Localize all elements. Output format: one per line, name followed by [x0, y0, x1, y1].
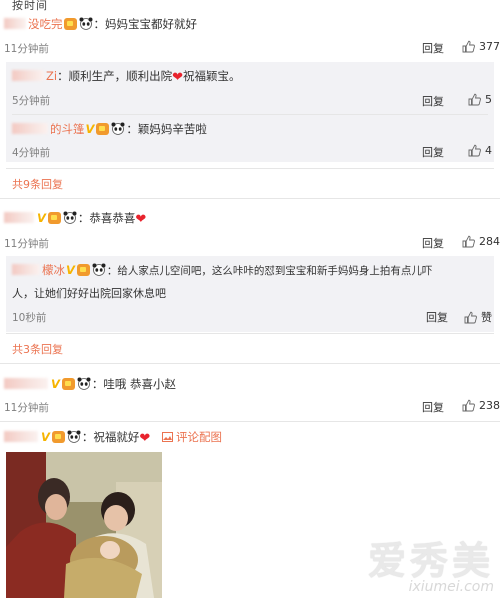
comment-time: 11分钟前 — [4, 402, 49, 414]
like-count: 赞 — [481, 311, 492, 324]
sub-reply-1: Zi：顺利生产，顺利出院❤祝福颖宝。 — [12, 68, 240, 86]
thumbs-up-icon — [464, 311, 477, 324]
panda-emoji-icon — [77, 377, 91, 390]
comment-text: ：哇哦 恭喜小赵 — [91, 377, 177, 391]
panda-emoji-icon — [111, 122, 125, 135]
like-count: 238 — [479, 399, 500, 412]
like-button[interactable]: 4 — [468, 144, 492, 157]
divider — [12, 114, 488, 115]
image-icon — [161, 432, 173, 442]
panda-emoji-icon — [67, 430, 81, 443]
username[interactable]: 的斗篷 — [50, 122, 85, 136]
verified-v-icon: V — [66, 263, 75, 277]
username[interactable]: Zi — [46, 69, 57, 83]
verified-v-icon: V — [37, 211, 46, 225]
reply-button[interactable]: 回复 — [422, 144, 444, 160]
panda-emoji-icon — [79, 17, 92, 30]
sub-reply-2: 的斗篷V ：颖妈妈辛苦啦 — [12, 121, 207, 137]
like-count: 377 — [479, 40, 500, 53]
more-replies-link[interactable]: 共9条回复 — [12, 176, 63, 192]
heart-emoji-icon: ❤ — [135, 212, 147, 227]
watermark-logo: 爱秀美 — [367, 539, 494, 583]
crown-badge-icon — [96, 123, 110, 135]
heart-emoji-icon: ❤ — [172, 70, 183, 85]
panda-emoji-icon — [63, 211, 77, 224]
thumbs-up-icon — [462, 399, 475, 412]
comment-text: ：给人家点儿空间吧，这么咔咔的怼到宝宝和新手妈妈身上拍有点儿吓 — [106, 265, 433, 277]
comment-text: 妈妈宝宝都好就好 — [105, 17, 197, 31]
blurred-username — [12, 70, 44, 81]
reply-button[interactable]: 回复 — [422, 40, 444, 56]
sub-reply-3: 檬冰V ：给人家点儿空间吧，这么咔咔的怼到宝宝和新手妈妈身上拍有点儿吓 — [12, 262, 432, 279]
like-button[interactable]: 238 — [462, 399, 500, 412]
like-count: 4 — [485, 144, 492, 157]
username[interactable]: 檬冰 — [42, 263, 65, 277]
comment-1: 没吃完 ：妈妈宝宝都好就好 — [4, 16, 197, 32]
divider — [0, 421, 500, 422]
verified-v-icon: V — [85, 122, 95, 136]
heart-emoji-icon: ❤ — [139, 431, 151, 446]
top-cut-text: 按时间 — [12, 0, 48, 12]
comment-text: ：颖妈妈辛苦啦 — [126, 122, 207, 136]
reply-button[interactable]: 回复 — [422, 93, 444, 109]
reply-button[interactable]: 回复 — [422, 399, 444, 415]
like-button[interactable]: 284 — [462, 235, 500, 248]
sub-reply-time: 10秒前 — [12, 312, 47, 324]
thumbs-up-icon — [468, 144, 481, 157]
comment-image-link[interactable]: 评论配图 — [161, 430, 222, 444]
thumbs-up-icon — [462, 235, 475, 248]
comment-4: V ：祝福就好❤ 评论配图 — [4, 429, 222, 447]
divider — [6, 333, 494, 334]
thumbs-up-icon — [468, 93, 481, 106]
comment-time: 11分钟前 — [4, 238, 49, 250]
reply-button[interactable]: 回复 — [426, 309, 448, 325]
crown-badge-icon — [47, 212, 61, 224]
thumbs-up-icon — [462, 40, 475, 53]
crown-badge-icon — [76, 264, 90, 276]
comment-2: V ：恭喜恭喜❤ — [4, 210, 146, 228]
blurred-username — [4, 378, 48, 389]
like-count: 284 — [479, 235, 500, 248]
comment-text: ：祝福就好 — [81, 430, 140, 444]
like-count: 5 — [485, 93, 492, 106]
blurred-username — [4, 212, 34, 223]
verified-v-icon: V — [41, 430, 50, 444]
sub-reply-time: 4分钟前 — [12, 147, 51, 159]
comment-text-cont: 祝福颖宝。 — [182, 69, 241, 83]
site-watermark: 爱秀美 ixiumei.com — [368, 530, 494, 595]
like-button[interactable]: 377 — [462, 40, 500, 53]
like-button[interactable]: 5 — [468, 93, 492, 106]
comment-text: ：恭喜恭喜 — [77, 211, 136, 225]
like-button[interactable]: 赞 — [464, 309, 492, 325]
divider — [0, 198, 500, 199]
verified-v-icon: V — [51, 377, 60, 391]
blurred-username — [4, 18, 26, 29]
crown-badge-icon — [51, 431, 65, 443]
panda-emoji-icon — [92, 263, 106, 276]
crown-badge-icon — [61, 378, 75, 390]
divider — [6, 168, 494, 169]
blurred-username — [4, 431, 38, 442]
crown-badge-icon — [63, 18, 77, 30]
comment-text-line2: 人，让她们好好出院回家休息吧 — [12, 287, 166, 300]
comment-text: ：顺利生产，顺利出院 — [57, 69, 173, 83]
reply-button[interactable]: 回复 — [422, 235, 444, 251]
more-replies-link[interactable]: 共3条回复 — [12, 341, 63, 357]
blurred-username — [12, 123, 48, 134]
comment-time: 11分钟前 — [4, 43, 49, 55]
comment-3: V ：哇哦 恭喜小赵 — [4, 376, 176, 392]
username[interactable]: 没吃完 — [28, 17, 63, 31]
blurred-username — [12, 264, 40, 275]
divider — [0, 363, 500, 364]
sub-reply-time: 5分钟前 — [12, 95, 51, 107]
newborn-photo-image — [6, 452, 162, 598]
comment-photo[interactable] — [6, 452, 162, 598]
